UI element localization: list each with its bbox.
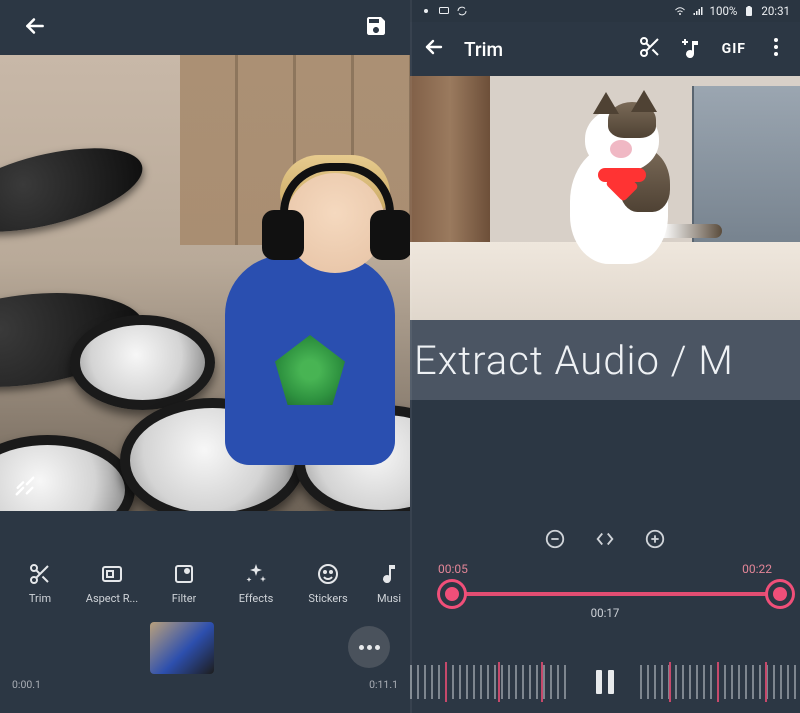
page-title: Trim	[464, 38, 620, 61]
dots-icon	[359, 645, 364, 650]
chevrons-icon	[594, 528, 616, 550]
waveform-left[interactable]	[410, 665, 570, 699]
tool-trim[interactable]: Trim	[4, 562, 76, 605]
trim-current-label: 00:17	[410, 606, 800, 620]
pause-icon	[596, 670, 602, 694]
tool-label: Aspect R...	[86, 592, 138, 605]
save-icon	[364, 14, 388, 38]
filter-icon	[172, 562, 196, 586]
scissors-icon	[28, 562, 52, 586]
trim-start-label: 00:05	[438, 562, 468, 576]
scissors-icon	[638, 35, 662, 59]
battery-icon	[743, 5, 755, 17]
tool-label: Effects	[239, 592, 274, 605]
zoom-in-button[interactable]	[644, 528, 666, 554]
trim-slider[interactable]: 00:05 00:22 00:17	[410, 562, 800, 650]
cast-icon	[438, 5, 450, 17]
smiley-icon	[316, 562, 340, 586]
trim-pane: 100% 20:31 Trim GIF	[410, 0, 800, 713]
editor-main-pane: Trim Aspect R... Filter Effects Stickers…	[0, 0, 410, 713]
fit-button[interactable]	[594, 528, 616, 554]
zoom-controls	[410, 520, 800, 562]
left-top-bar	[0, 0, 410, 55]
right-top-bar: Trim GIF	[410, 22, 800, 76]
minus-circle-icon	[544, 528, 566, 550]
extract-audio-banner[interactable]: Extract Audio / M	[410, 320, 800, 400]
video-preview-right[interactable]	[410, 76, 800, 320]
playback-row	[410, 651, 800, 713]
video-preview[interactable]	[0, 55, 410, 511]
battery-text: 100%	[710, 4, 738, 18]
wifi-icon	[674, 5, 686, 17]
timeline-end: 0:11.1	[369, 678, 398, 691]
aspect-ratio-icon	[100, 562, 124, 586]
status-bar: 100% 20:31	[410, 0, 800, 22]
timeline-area: 0:00.1 0:11.1	[0, 618, 410, 713]
tool-label: Trim	[29, 592, 51, 605]
clip-thumbnail[interactable]	[150, 622, 214, 674]
pause-button[interactable]	[570, 670, 640, 694]
clock-text: 20:31	[761, 4, 790, 18]
tool-effects[interactable]: Effects	[220, 562, 292, 605]
sync-icon	[456, 5, 468, 17]
kebab-icon	[764, 35, 788, 59]
save-button[interactable]	[364, 14, 388, 42]
overflow-button[interactable]	[764, 35, 788, 63]
back-button[interactable]	[22, 13, 48, 43]
arrow-left-icon	[22, 13, 48, 39]
tool-label: Filter	[172, 592, 197, 605]
timeline-start: 0:00.1	[12, 678, 41, 691]
arrow-left-icon	[422, 35, 446, 59]
more-button[interactable]	[348, 626, 390, 668]
tool-filter[interactable]: Filter	[148, 562, 220, 605]
zoom-out-button[interactable]	[544, 528, 566, 554]
waveform-right[interactable]	[640, 665, 800, 699]
music-plus-icon	[680, 35, 704, 59]
notification-dot-icon	[420, 5, 432, 17]
tool-label: Musi	[377, 592, 401, 605]
trim-handle-left[interactable]	[440, 582, 464, 606]
signal-icon	[692, 5, 704, 17]
trim-handle-right[interactable]	[768, 582, 792, 606]
back-button[interactable]	[422, 35, 446, 63]
tool-aspect[interactable]: Aspect R...	[76, 562, 148, 605]
cut-button[interactable]	[638, 35, 662, 63]
expand-icon	[14, 475, 36, 497]
tool-label: Stickers	[308, 592, 347, 605]
tool-stickers[interactable]: Stickers	[292, 562, 364, 605]
sparkle-icon	[244, 562, 268, 586]
add-music-button[interactable]	[680, 35, 704, 63]
music-note-icon	[377, 562, 401, 586]
gif-button[interactable]: GIF	[722, 41, 746, 57]
trim-end-label: 00:22	[742, 562, 772, 576]
banner-text: Extract Audio / M	[414, 337, 734, 384]
tool-row: Trim Aspect R... Filter Effects Stickers…	[0, 548, 410, 618]
tool-music[interactable]: Musi	[364, 562, 410, 605]
plus-circle-icon	[644, 528, 666, 550]
